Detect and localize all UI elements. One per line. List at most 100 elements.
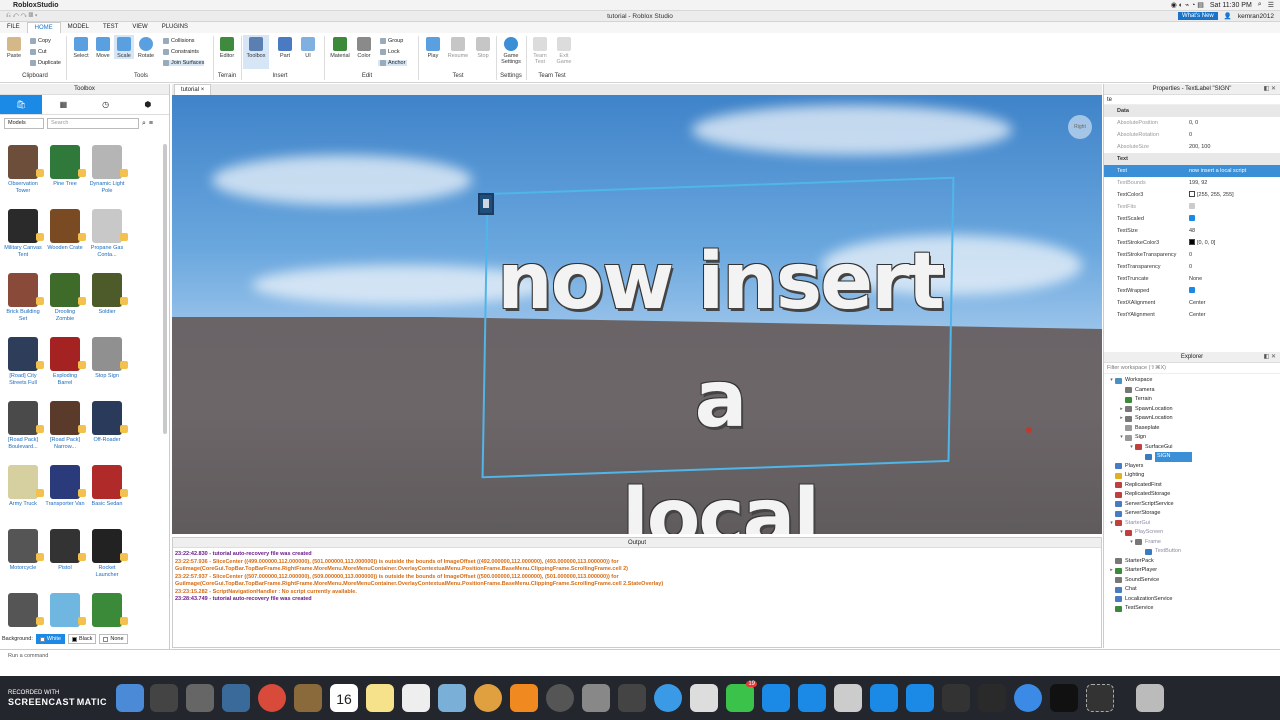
trash-icon[interactable]: [1136, 684, 1164, 712]
explorer-item[interactable]: ▾ Sign: [1104, 433, 1280, 443]
property-row[interactable]: TextBounds 199, 92: [1104, 177, 1280, 189]
tab-test[interactable]: TEST: [96, 22, 125, 33]
property-value[interactable]: 0: [1187, 129, 1280, 141]
toolbox-item[interactable]: Pistol: [44, 526, 86, 590]
property-value-cell[interactable]: [1187, 213, 1280, 225]
creations-tab-icon[interactable]: ⬢: [127, 95, 169, 114]
expand-arrow-icon[interactable]: ▾: [1108, 519, 1115, 529]
property-value[interactable]: 199, 92: [1187, 177, 1280, 189]
property-value[interactable]: 200, 100: [1187, 141, 1280, 153]
chrome-icon[interactable]: [258, 684, 286, 712]
explorer-item[interactable]: Terrain: [1104, 395, 1280, 405]
roblox-player-icon[interactable]: [690, 684, 718, 712]
scale-button[interactable]: Scale: [114, 35, 134, 59]
property-row[interactable]: AbsolutePosition 0, 0: [1104, 117, 1280, 129]
property-value-cell[interactable]: [1187, 285, 1280, 297]
tab-home[interactable]: HOME: [26, 22, 61, 33]
property-row[interactable]: TextStrokeTransparency 0: [1104, 249, 1280, 261]
toolbox-item[interactable]: [Road Pack] Narrow...: [44, 398, 86, 462]
whats-new-button[interactable]: What's New: [1177, 12, 1218, 20]
tab-plugins[interactable]: PLUGINS: [155, 22, 195, 33]
move-button[interactable]: Move: [94, 37, 112, 59]
clock[interactable]: Sat 11:30 PM: [1210, 2, 1252, 9]
explorer-item[interactable]: ▸ StarterPlayer: [1104, 566, 1280, 576]
panel-controls-icon[interactable]: ◧ ✕: [1264, 84, 1276, 95]
toolbox-scrollbar[interactable]: [163, 144, 167, 434]
command-bar-input[interactable]: Run a command: [0, 649, 1280, 661]
maps-icon[interactable]: [438, 684, 466, 712]
tab-view[interactable]: VIEW: [125, 22, 154, 33]
messages-icon[interactable]: [654, 684, 682, 712]
checkbox-icon[interactable]: [1189, 215, 1195, 221]
toolbox-item[interactable]: [44, 590, 86, 654]
inventory-tab-icon[interactable]: ▦: [42, 95, 84, 114]
explorer-item[interactable]: Baseplate: [1104, 424, 1280, 434]
toolbox-item[interactable]: Drooling Zombie: [44, 270, 86, 334]
property-value[interactable]: now insert a local script: [1187, 165, 1280, 177]
collisions-toggle[interactable]: Collisions: [163, 38, 195, 44]
filter-icon[interactable]: ≡: [149, 120, 153, 127]
marketplace-tab-icon[interactable]: 🛍: [0, 95, 43, 114]
explorer-item[interactable]: TestService: [1104, 604, 1280, 614]
toolbox-item[interactable]: Propane Gas Conta...: [86, 206, 128, 270]
property-value[interactable]: 0: [1187, 249, 1280, 261]
property-value-cell[interactable]: [255, 255, 255]: [1187, 189, 1280, 201]
terminal-icon[interactable]: [1050, 684, 1078, 712]
launchpad-icon[interactable]: [186, 684, 214, 712]
paste-button[interactable]: Paste: [6, 37, 22, 59]
constraints-toggle[interactable]: Constraints: [163, 49, 199, 55]
toolbox-item[interactable]: Observation Tower: [2, 142, 44, 206]
property-row[interactable]: TextWrapped: [1104, 285, 1280, 297]
ibooks-icon[interactable]: [510, 684, 538, 712]
join-surfaces-toggle[interactable]: Join Surfaces: [163, 60, 205, 66]
expand-arrow-icon[interactable]: ▾: [1118, 433, 1125, 443]
toolbox-item[interactable]: Rocket Launcher: [86, 526, 128, 590]
tab-file[interactable]: FILE: [0, 22, 27, 33]
exit-game-button[interactable]: Exit Game: [554, 37, 574, 65]
roblox-studio-icon[interactable]: [798, 684, 826, 712]
toolbox-item[interactable]: Basic Sedan: [86, 462, 128, 526]
property-row[interactable]: TextTruncate None: [1104, 273, 1280, 285]
expand-arrow-icon[interactable]: ▾: [1128, 443, 1135, 453]
explorer-item[interactable]: ▾ PlayScreen: [1104, 528, 1280, 538]
explorer-item[interactable]: ▸ SpawnLocation: [1104, 405, 1280, 415]
explorer-item[interactable]: TextButton: [1104, 547, 1280, 557]
toolbox-item[interactable]: [2, 590, 44, 654]
username[interactable]: kemran2012: [1238, 13, 1274, 20]
panel-controls-icon[interactable]: ◧ ✕: [1264, 352, 1276, 363]
toolbox-item[interactable]: Off-Roader: [86, 398, 128, 462]
explorer-item[interactable]: ▸ SpawnLocation: [1104, 414, 1280, 424]
toolbox-item[interactable]: Exploding Barrel: [44, 334, 86, 398]
photos-icon[interactable]: [474, 684, 502, 712]
explorer-filter-input[interactable]: Filter workspace (⇧⌘X): [1104, 363, 1280, 374]
explorer-item[interactable]: Players: [1104, 462, 1280, 472]
notes-icon[interactable]: [366, 684, 394, 712]
contacts-icon[interactable]: [294, 684, 322, 712]
roblox-studio-icon[interactable]: [870, 684, 898, 712]
preview-icon[interactable]: [222, 684, 250, 712]
help-icon[interactable]: [150, 684, 178, 712]
duplicate-button[interactable]: Duplicate: [30, 60, 61, 66]
category-select[interactable]: Models: [4, 118, 44, 129]
toolbox-item[interactable]: Brick Building Set: [2, 270, 44, 334]
close-icon[interactable]: ×: [201, 87, 205, 93]
explorer-item[interactable]: ▾ Workspace: [1104, 376, 1280, 386]
toolbox-item[interactable]: Military Canvas Tent: [2, 206, 44, 270]
checkbox-icon[interactable]: [1189, 203, 1195, 209]
explorer-item[interactable]: ReplicatedStorage: [1104, 490, 1280, 500]
expand-arrow-icon[interactable]: ▸: [1118, 405, 1125, 415]
toolbox-search-input[interactable]: Search: [47, 118, 139, 129]
screenshot-icon[interactable]: [1086, 684, 1114, 712]
finder-icon[interactable]: [116, 684, 144, 712]
checkbox-icon[interactable]: [1189, 287, 1195, 293]
roblox-icon[interactable]: [582, 684, 610, 712]
3d-viewport[interactable]: now insert a local script Right: [172, 95, 1102, 534]
expand-arrow-icon[interactable]: ▸: [1118, 414, 1125, 424]
property-row[interactable]: TextFits: [1104, 201, 1280, 213]
property-value[interactable]: [1187, 153, 1280, 165]
toolbox-item[interactable]: Stop Sign: [86, 334, 128, 398]
roblox-studio-icon[interactable]: [762, 684, 790, 712]
select-button[interactable]: Select: [72, 37, 90, 59]
lock-button[interactable]: Lock: [380, 49, 400, 55]
toolbox-item[interactable]: Army Truck: [2, 462, 44, 526]
